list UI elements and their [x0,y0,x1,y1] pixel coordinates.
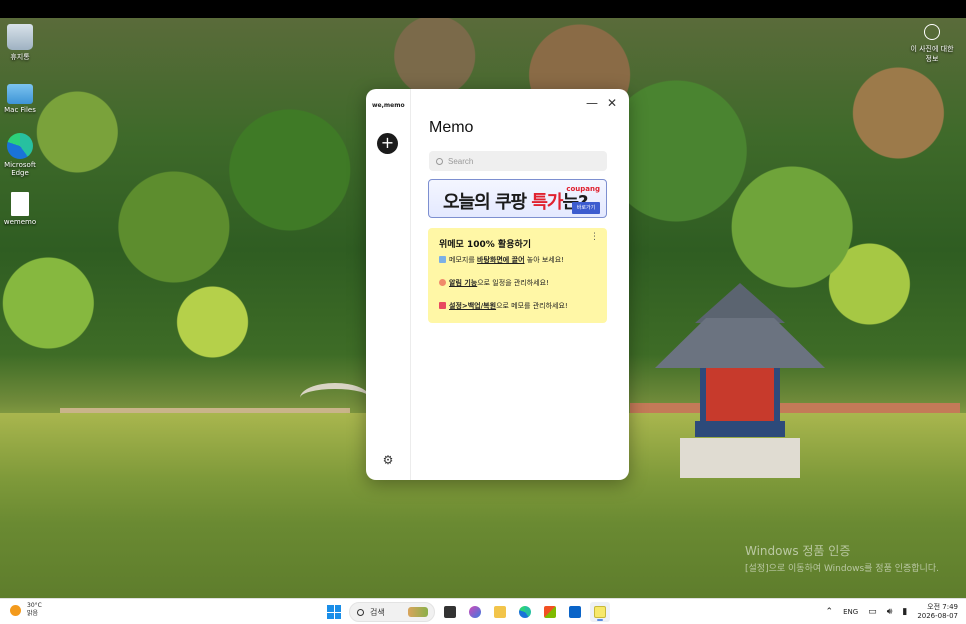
desktop-icon-label: Mac Files [4,106,36,114]
clock-time: 오전 7:49 [927,603,958,611]
task-view-icon [444,606,456,618]
close-button[interactable]: ✕ [605,96,619,110]
desktop-icon-wememo[interactable]: wememo [0,192,40,226]
activation-watermark: Windows 정품 인증 [설정]으로 이동하여 Windows를 정품 인증… [745,542,939,574]
desktop-icon-mac-files[interactable]: Mac Files [0,80,40,114]
folder-icon [494,606,506,618]
memo-app-window: we,memo + ⚙ — ✕ Memo 오늘의 쿠팡 특가는? coupang… [366,89,629,480]
settings-button[interactable]: ⚙ [381,453,395,467]
line3-post: 으로 메모를 관리하세요! [496,302,568,310]
file-icon [11,192,29,216]
memo-sidebar: we,memo + ⚙ [366,89,411,480]
memo-card-line-2: 알림 기능으로 일정을 관리하세요! [439,278,596,288]
learn-about-picture-label: 이 사진에 대한 정보 [910,45,954,63]
weather-temp: 30°C [27,602,42,609]
learn-about-picture-button[interactable]: 이 사진에 대한 정보 [908,24,956,64]
edge-taskbar-button[interactable] [515,602,535,622]
start-button[interactable] [324,602,344,622]
plus-icon: + [380,133,395,152]
system-tray: ⌃ ENG ▭ 🔊︎ ▮ 오전 7:49 2026-08-07 [826,603,958,621]
alarm-clock-icon [439,279,446,286]
copilot-icon [469,606,481,618]
wallpaper-bridge [300,383,370,413]
folder-icon [7,84,33,104]
store-icon [544,606,556,618]
ad-text-prefix: 오늘의 쿠팡 [443,192,532,213]
minimize-button[interactable]: — [585,96,599,110]
search-highlight-icon [408,607,428,617]
add-memo-button[interactable]: + [377,133,398,154]
search-icon [357,608,364,616]
language-indicator[interactable]: ENG [843,608,858,616]
close-icon: ✕ [606,96,618,110]
search-input[interactable] [448,156,598,166]
ad-banner[interactable]: 오늘의 쿠팡 특가는? coupang 바로가기 [428,179,607,218]
app-brand: we,memo [372,102,405,109]
outlook-button[interactable] [565,602,585,622]
chevron-up-icon[interactable]: ⌃ [826,607,834,617]
mail-icon [569,606,581,618]
windows-start-icon [327,605,341,619]
desktop-icon-label: 휴지통 [10,53,30,61]
desktop-icon-label: wememo [3,218,37,226]
recycle-bin-icon [7,24,33,50]
search-icon [436,157,443,165]
network-icon[interactable]: ▭ [868,607,877,617]
wememo-taskbar-button[interactable] [590,602,610,622]
volume-icon[interactable]: 🔊︎ [887,607,893,617]
desktop-icon-label: Microsoft Edge [4,161,36,177]
desktop-icon-edge[interactable]: Microsoft Edge [0,133,40,177]
weather-condition: 맑음 [27,610,39,617]
ad-logo: coupang [566,185,600,193]
ad-text-highlight: 특가 [531,192,563,213]
sun-icon [10,604,21,616]
task-view-button[interactable] [440,602,460,622]
page-title: Memo [429,119,474,136]
memo-note-icon [439,256,446,263]
watermark-subtitle: [설정]으로 이동하여 Windows를 정품 인증합니다. [745,564,939,574]
line1-post: 놓아 보세요! [524,256,564,264]
minimize-icon: — [586,96,598,110]
taskbar-apps: 검색 [324,602,610,622]
megaphone-icon [439,302,446,309]
clock[interactable]: 오전 7:49 2026-08-07 [917,603,958,621]
wallpaper-pagoda [650,283,830,483]
taskbar-search[interactable]: 검색 [349,602,435,622]
search-box[interactable] [429,151,607,171]
gear-icon: ⚙ [382,453,394,467]
edge-icon [7,133,33,159]
ad-cta-button[interactable]: 바로가기 [572,202,600,214]
edge-icon [519,606,531,618]
line1-pre: 메모지를 [449,256,477,264]
taskbar: 30°C 맑음 검색 ⌃ ENG ▭ 🔊︎ ▮ 오전 7:49 2026-08-… [0,598,966,624]
camera-info-icon [924,24,940,40]
store-button[interactable] [540,602,560,622]
memo-card[interactable]: ⋮ 위메모 100% 활용하기 메모지를 바탕화면에 끌어 놓아 보세요! 알림… [428,228,607,323]
battery-icon[interactable]: ▮ [902,607,907,617]
line3-link: 설정>백업/복원 [449,302,497,310]
line1-link: 바탕화면에 끌어 [477,256,525,264]
memo-card-line-3: 설정>백업/복원으로 메모를 관리하세요! [439,301,596,311]
memo-card-line-1: 메모지를 바탕화면에 끌어 놓아 보세요! [439,255,596,265]
copilot-button[interactable] [465,602,485,622]
file-explorer-button[interactable] [490,602,510,622]
taskbar-search-label: 검색 [370,607,385,617]
line2-post: 으로 일정을 관리하세요! [477,279,549,287]
memo-card-title: 위메모 100% 활용하기 [439,240,532,250]
more-vertical-icon[interactable]: ⋮ [590,233,599,242]
weather-widget[interactable]: 30°C 맑음 [10,602,42,618]
memo-icon [594,606,606,618]
clock-date: 2026-08-07 [917,612,958,620]
watermark-title: Windows 정품 인증 [745,544,851,558]
desktop-icon-recycle-bin[interactable]: 휴지통 [0,24,40,62]
active-indicator [597,619,603,621]
line2-link: 알림 기능 [449,279,478,287]
